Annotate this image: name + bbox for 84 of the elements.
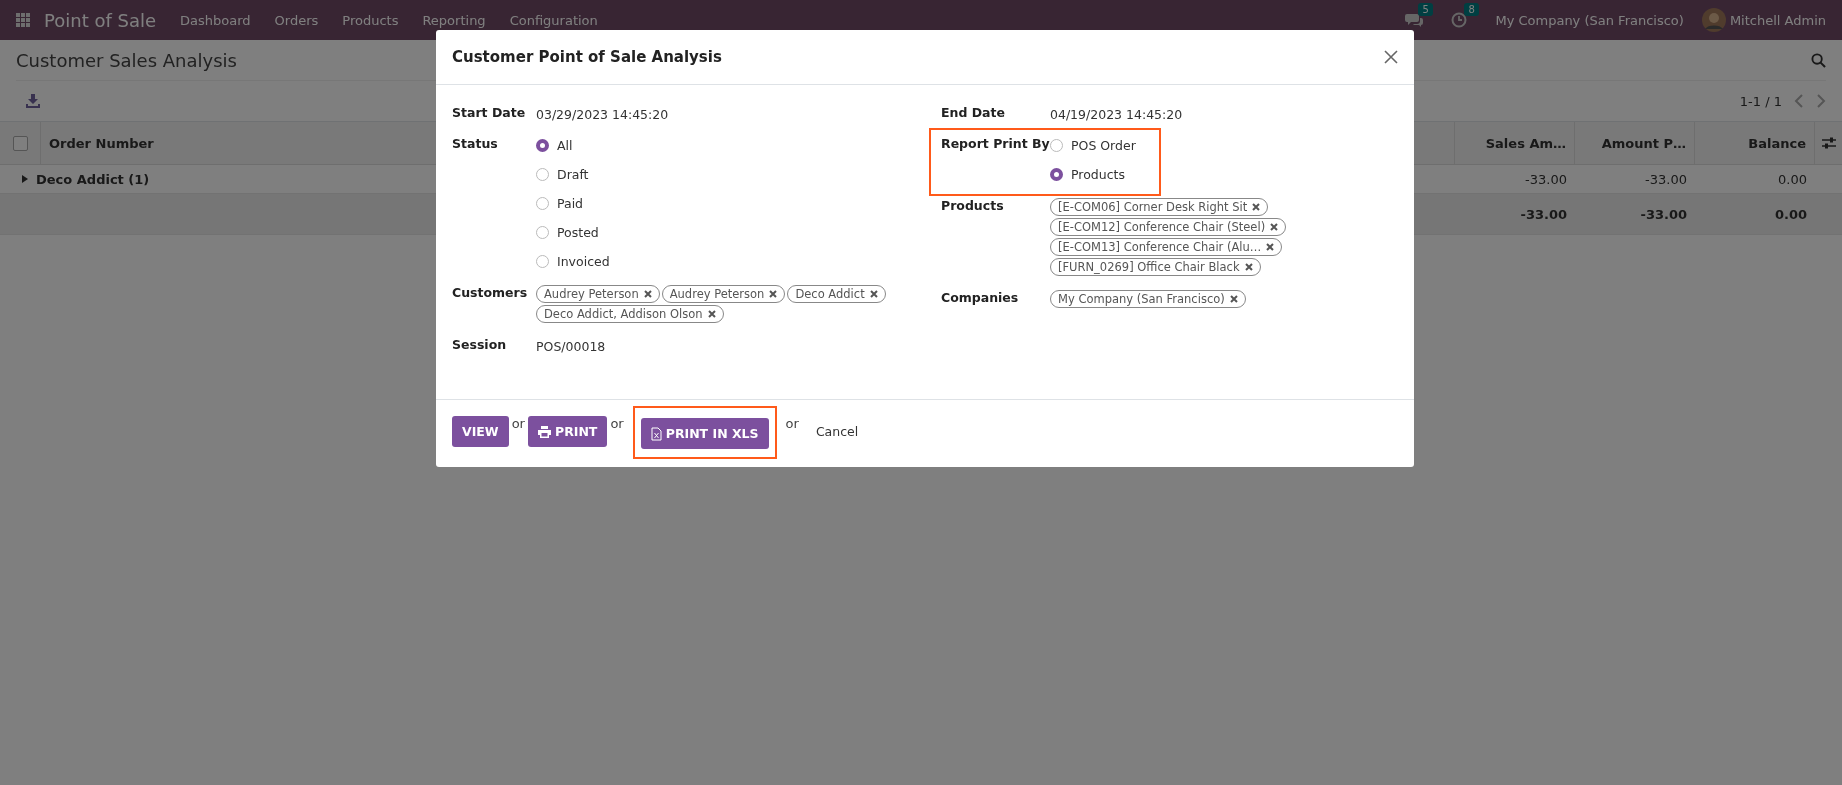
field-label: Products	[941, 198, 1005, 215]
tag-label: Audrey Peterson	[669, 287, 765, 301]
caret-icon[interactable]	[22, 175, 28, 183]
radio-button[interactable]	[536, 226, 549, 239]
radio-button[interactable]	[536, 168, 549, 181]
radio-label[interactable]: Paid	[557, 196, 584, 211]
tag-label: [E-COM06] Corner Desk Right Sit	[1058, 200, 1248, 214]
view-button[interactable]: VIEW	[452, 416, 509, 447]
notification-badge: 5	[1418, 3, 1433, 16]
table-cell-text: 0.00	[1773, 206, 1808, 222]
remove-icon[interactable]	[769, 290, 778, 298]
cancel-link[interactable]: Cancel	[815, 424, 859, 439]
radio-button[interactable]	[1050, 139, 1063, 152]
remove-icon[interactable]	[1266, 243, 1275, 251]
chat-icon[interactable]	[1405, 12, 1424, 28]
column-header[interactable]: Sales Am…	[1455, 122, 1575, 164]
clock-icon[interactable]	[1451, 12, 1468, 28]
field-value[interactable]: 04/19/2023 14:45:20	[1050, 107, 1398, 122]
remove-icon[interactable]	[1270, 223, 1279, 231]
radio-label[interactable]: POS Order	[1071, 138, 1136, 153]
tag-label: [E-COM12] Conference Chair (Steel)	[1058, 220, 1266, 234]
field-value[interactable]: POS/00018	[536, 339, 941, 354]
table-cell-text: -33.00	[1644, 171, 1688, 187]
apps-menu-icon[interactable]	[16, 13, 30, 27]
dialog-title: Customer Point of Sale Analysis	[452, 48, 722, 66]
tag-label: My Company (San Francisco)	[1058, 292, 1225, 306]
field-label: Companies	[941, 290, 1020, 307]
field-label: Report Print By	[941, 136, 1050, 153]
tag-label: Audrey Peterson	[544, 287, 639, 301]
remove-icon[interactable]	[869, 290, 878, 298]
radio-label[interactable]: Products	[1071, 167, 1125, 182]
radio-label[interactable]: Invoiced	[557, 254, 610, 269]
select-all-checkbox[interactable]	[12, 135, 28, 151]
radio-button[interactable]	[536, 255, 549, 268]
user-name[interactable]: Mitchell Admin	[1729, 12, 1826, 28]
radio-label[interactable]: Posted	[557, 225, 599, 240]
or-separator: or	[610, 416, 624, 431]
group-label[interactable]: Deco Addict (1)	[36, 171, 150, 187]
spreadsheet-file-icon	[650, 426, 662, 441]
column-settings-icon[interactable]	[1821, 137, 1836, 149]
radio-button[interactable]	[536, 139, 549, 152]
column-header[interactable]: Amount P…	[1575, 122, 1695, 164]
field-label: Start Date	[452, 105, 527, 122]
field-value[interactable]: 03/29/2023 14:45:20	[536, 107, 941, 122]
menu-item[interactable]: Dashboard	[180, 12, 251, 28]
radio-label[interactable]: Draft	[557, 167, 589, 182]
notification-badge: 8	[1464, 3, 1479, 16]
page-title: Customer Sales Analysis	[16, 49, 237, 71]
radio-label[interactable]: All	[557, 138, 573, 153]
remove-icon[interactable]	[1244, 263, 1253, 271]
table-cell-text: -33.00	[1639, 206, 1688, 222]
close-icon[interactable]	[1384, 50, 1398, 64]
print-xls-button[interactable]: PRINT IN XLS	[640, 418, 769, 449]
remove-icon[interactable]	[707, 310, 716, 318]
radio-button[interactable]	[536, 197, 549, 210]
or-separator: or	[785, 416, 799, 431]
pager-text: 1-1 / 1	[1739, 93, 1782, 109]
printer-icon	[537, 425, 551, 438]
remove-icon[interactable]	[1229, 295, 1238, 303]
table-cell-text: -33.00	[1524, 171, 1568, 187]
radio-button[interactable]	[1050, 168, 1063, 181]
tag-label: Deco Addict, Addison Olson	[544, 307, 703, 321]
remove-icon[interactable]	[643, 290, 652, 298]
menu-item[interactable]: Orders	[274, 12, 319, 28]
print-button[interactable]: PRINT	[527, 416, 608, 447]
field-label: Status	[452, 136, 499, 153]
table-cell-text: 0.00	[1777, 171, 1808, 187]
table-cell-text: -33.00	[1519, 206, 1568, 222]
tag-label: [FURN_0269] Office Chair Black	[1058, 260, 1240, 274]
app-name[interactable]: Point of Sale	[44, 9, 157, 31]
download-icon[interactable]	[26, 94, 40, 108]
menu-item[interactable]: Configuration	[509, 12, 598, 28]
field-label: Customers	[452, 285, 529, 302]
company-switcher[interactable]: My Company (San Francisco)	[1495, 12, 1684, 28]
search-icon[interactable]	[1811, 52, 1826, 68]
field-label: End Date	[941, 105, 1006, 122]
tag-label: Deco Addict	[795, 287, 865, 301]
tag-label: [E-COM13] Conference Chair (Alu…	[1058, 240, 1262, 254]
or-separator: or	[511, 416, 525, 431]
menu-item[interactable]: Reporting	[422, 12, 486, 28]
remove-icon[interactable]	[1252, 203, 1261, 211]
field-label: Session	[452, 337, 508, 354]
menu-item[interactable]: Products	[342, 12, 399, 28]
column-header[interactable]: Balance	[1695, 122, 1815, 164]
